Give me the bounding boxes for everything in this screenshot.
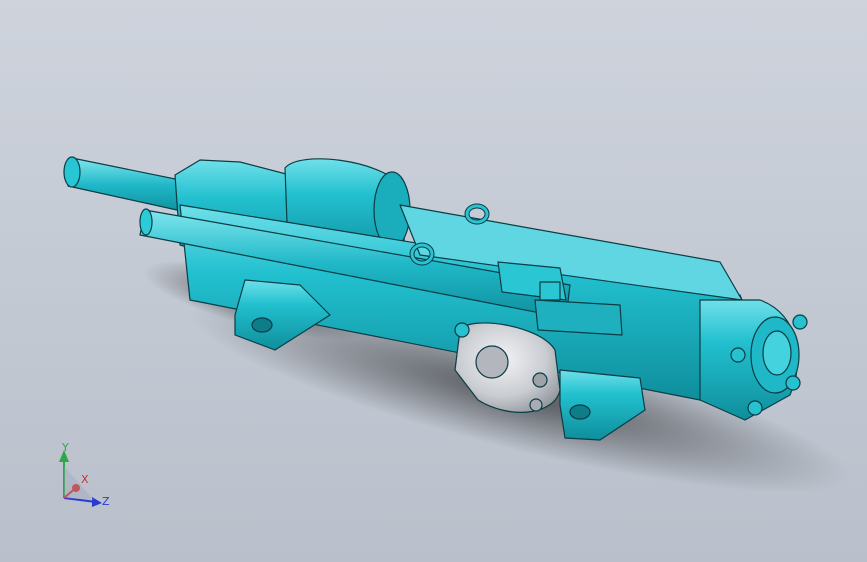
x-axis-label: X (81, 473, 89, 486)
z-axis-label: Z (102, 495, 110, 508)
z-axis-arrow (92, 497, 102, 507)
lifting-eye-rear (464, 203, 490, 225)
3d-viewport[interactable]: Y X Z (0, 0, 867, 562)
rock-drill-model[interactable] (0, 0, 867, 562)
y-axis-label: Y (62, 441, 69, 454)
front-head (699, 299, 808, 421)
axis-triad: Y X Z (44, 440, 114, 520)
triad-plane (64, 466, 94, 500)
drill-rod (63, 156, 191, 213)
